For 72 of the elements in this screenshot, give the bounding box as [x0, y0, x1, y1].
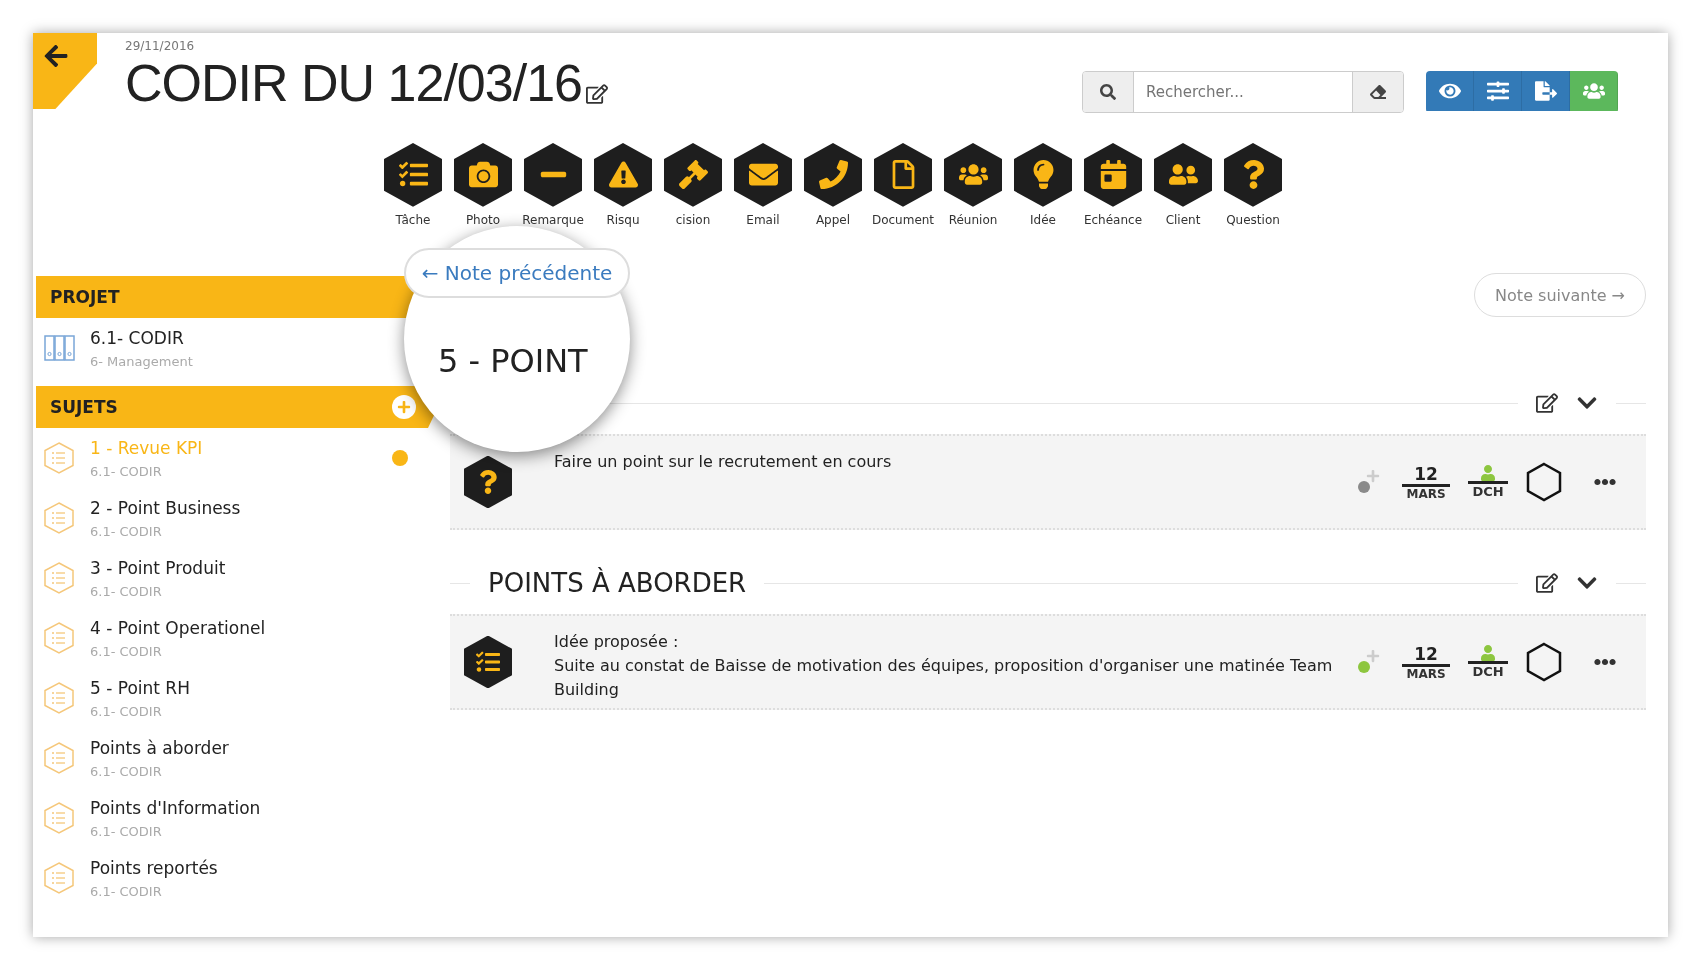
- subject-title[interactable]: Points reportés: [90, 857, 218, 878]
- section-title: POINTS À ABORDER: [488, 568, 747, 598]
- note-text: Suite au constat de Baisse de motivation des équipes, proposition d'organiser une matinée Team Building: [554, 655, 1334, 701]
- list-hexagon-icon: [42, 681, 76, 715]
- export-button[interactable]: [1522, 71, 1570, 111]
- sliders-button[interactable]: [1474, 71, 1522, 111]
- note-type-button[interactable]: Email: [731, 143, 795, 227]
- subject-project: 6.1- CODIR: [90, 643, 163, 659]
- user-icon: [1468, 645, 1508, 664]
- note-text: Faire un point sur le recrutement en cours: [554, 451, 893, 473]
- hexagon-icon[interactable]: [1526, 462, 1562, 502]
- question-icon: [464, 455, 512, 509]
- search-icon: [1100, 84, 1116, 100]
- subject-title[interactable]: 5 - Point RH: [90, 677, 190, 698]
- list-hexagon-icon: [42, 861, 76, 895]
- list-hexagon-icon: [42, 501, 76, 535]
- project-name[interactable]: 6.1- CODIR: [90, 327, 193, 348]
- section-title: 5 - POINT: [438, 342, 588, 380]
- subject-title[interactable]: Points d'Information: [90, 797, 261, 818]
- eraser-icon: [1370, 84, 1386, 100]
- note-type-button[interactable]: Réunion: [941, 143, 1005, 227]
- arrow-left-icon: [43, 43, 69, 69]
- due-date[interactable]: 12 MARS: [1402, 643, 1450, 681]
- page-title: CODIR DU 12/03/16: [125, 53, 582, 113]
- users-icon: [1582, 80, 1605, 102]
- list-hexagon-icon: [42, 741, 76, 775]
- subject-project: 6.1- CODIR: [90, 823, 163, 839]
- note-type-button[interactable]: cision: [661, 143, 725, 227]
- due-date[interactable]: 12 MARS: [1402, 463, 1450, 501]
- subject-project: 6.1- CODIR: [90, 463, 163, 479]
- previous-note-button[interactable]: ← Note précédente: [403, 248, 631, 298]
- export-icon: [1534, 80, 1557, 102]
- note-label: Idée proposée :: [554, 631, 680, 653]
- note-type-button[interactable]: Question: [1221, 143, 1285, 227]
- sliders-icon: [1486, 80, 1509, 102]
- subject-project: 6.1- CODIR: [90, 883, 163, 899]
- subject-project: 6.1- CODIR: [90, 703, 163, 719]
- assignee-initials[interactable]: DCH: [1472, 484, 1504, 499]
- list-hexagon-icon: [42, 441, 76, 475]
- user-icon: [1468, 465, 1508, 484]
- search-button[interactable]: [1083, 72, 1133, 112]
- subject-title[interactable]: 2 - Point Business: [90, 497, 241, 518]
- note-type-button[interactable]: Client: [1151, 143, 1215, 227]
- subject-title[interactable]: 4 - Point Operationel: [90, 617, 266, 638]
- edit-icon[interactable]: [1536, 392, 1558, 414]
- eye-button[interactable]: [1426, 71, 1474, 111]
- edit-icon[interactable]: [585, 83, 608, 105]
- list-hexagon-icon: [42, 561, 76, 595]
- subject-project: 6.1- CODIR: [90, 763, 163, 779]
- note-type-button[interactable]: Risqu: [591, 143, 655, 227]
- note-type-button[interactable]: Document: [871, 143, 935, 227]
- eraser-button[interactable]: [1353, 72, 1403, 112]
- next-note-button[interactable]: Note suivante →: [1474, 273, 1646, 317]
- edit-icon[interactable]: [1536, 572, 1558, 594]
- list-hexagon-icon: [42, 621, 76, 655]
- search-field[interactable]: Rechercher...: [1082, 71, 1404, 113]
- subject-title[interactable]: 3 - Point Produit: [90, 557, 226, 578]
- note-type-button[interactable]: Appel: [801, 143, 865, 227]
- note-date: 29/11/2016: [125, 39, 196, 53]
- hexagon-icon[interactable]: [1526, 642, 1562, 682]
- note-type-button[interactable]: Idée: [1011, 143, 1075, 227]
- project-parent: 6- Management: [90, 353, 193, 369]
- subject-project: 6.1- CODIR: [90, 523, 163, 539]
- selected-dot: [392, 450, 408, 466]
- subject-project: 6.1- CODIR: [90, 583, 163, 599]
- subject-title[interactable]: Points à aborder: [90, 737, 229, 758]
- note-type-button[interactable]: Tâche: [381, 143, 445, 227]
- note-type-button[interactable]: Photo: [451, 143, 515, 227]
- note-type-button[interactable]: Remarque: [521, 143, 585, 227]
- list-hexagon-icon: [42, 801, 76, 835]
- note-type-button[interactable]: Echéance: [1081, 143, 1145, 227]
- assignee-initials[interactable]: DCH: [1472, 664, 1504, 679]
